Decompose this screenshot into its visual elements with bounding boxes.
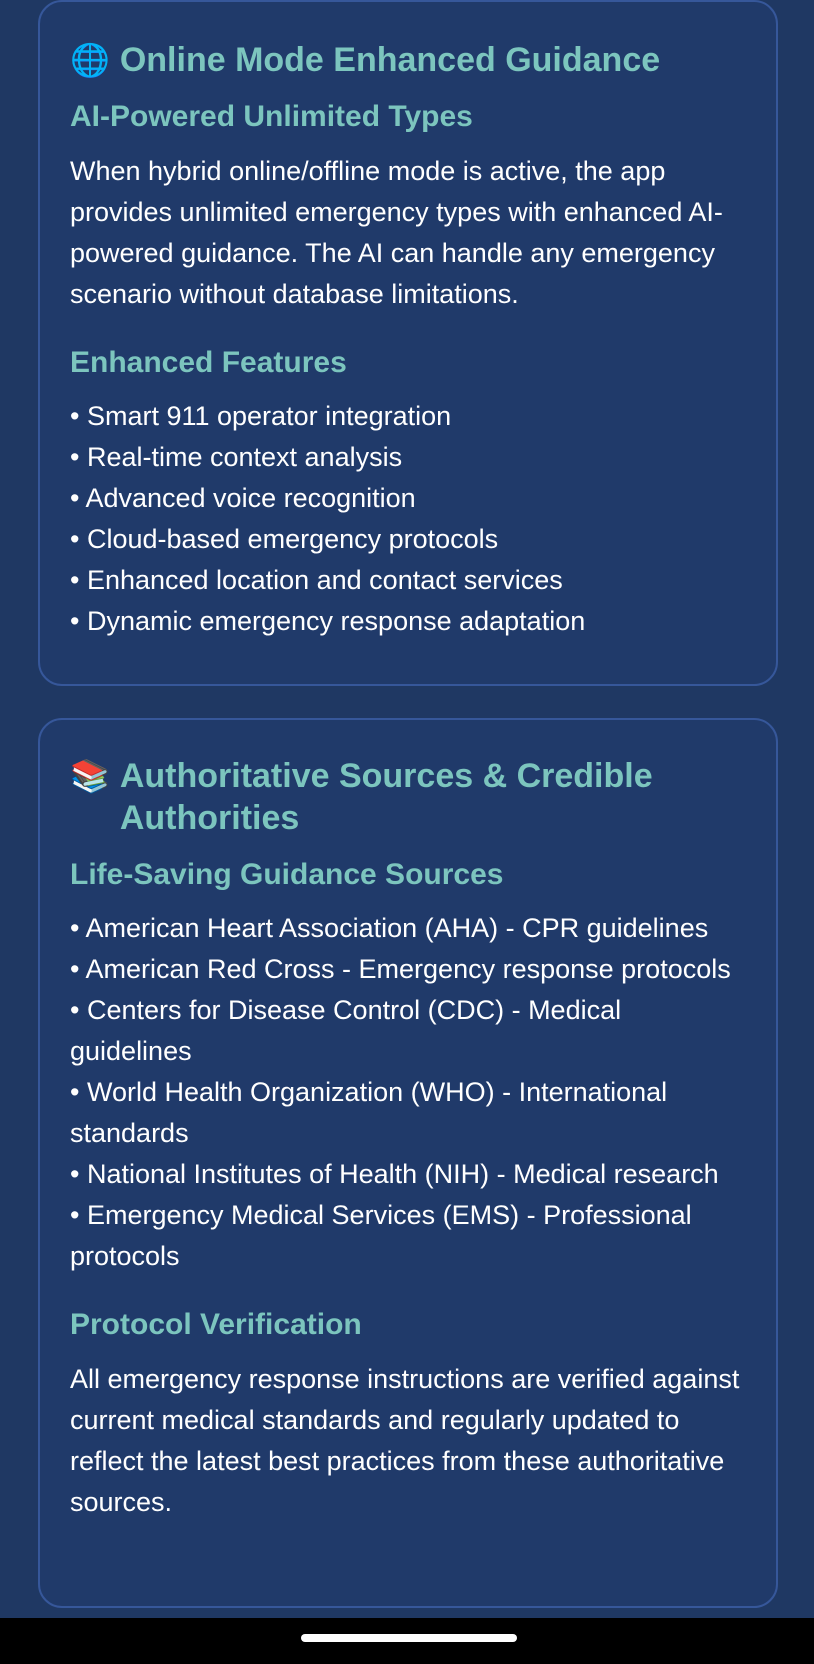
screen: 🌐 Online Mode Enhanced Guidance AI-Power… <box>0 0 814 1664</box>
list-item: • Advanced voice recognition <box>70 483 416 513</box>
list-item: • Real-time context analysis <box>70 442 403 472</box>
ai-powered-section-title: AI-Powered Unlimited Types <box>70 100 473 133</box>
list-item: • Centers for Disease Control (CDC) - Me… <box>70 995 622 1066</box>
authoritative-sources-card: 📚 Authoritative Sources & Credible Autho… <box>38 718 778 1608</box>
list-item: • Emergency Medical Services (EMS) - Pro… <box>70 1200 692 1271</box>
list-item: • Enhanced location and contact services <box>70 565 563 595</box>
enhanced-features-section-title: Enhanced Features <box>70 346 347 379</box>
system-navigation-bar <box>0 1618 814 1664</box>
guidance-sources-list: • American Heart Association (AHA) - CPR… <box>70 908 746 1277</box>
guidance-sources-section-title: Life-Saving Guidance Sources <box>70 858 504 891</box>
list-item: • World Health Organization (WHO) - Inte… <box>70 1077 668 1148</box>
online-mode-card: 🌐 Online Mode Enhanced Guidance AI-Power… <box>38 0 778 686</box>
globe-icon: 🌐 <box>70 41 110 79</box>
ai-powered-description: When hybrid online/offline mode is activ… <box>70 156 723 309</box>
enhanced-features-list: • Smart 911 operator integration • Real-… <box>70 396 746 642</box>
sources-card-title: 📚 Authoritative Sources & Credible Autho… <box>70 755 746 839</box>
list-item: • Smart 911 operator integration <box>70 401 452 431</box>
protocol-verification-description: All emergency response instructions are … <box>70 1364 740 1517</box>
list-item: • Dynamic emergency response adaptation <box>70 606 586 636</box>
list-item: • National Institutes of Health (NIH) - … <box>70 1159 719 1189</box>
online-mode-title-text: Online Mode Enhanced Guidance <box>119 41 661 79</box>
list-item: • Cloud-based emergency protocols <box>70 524 499 554</box>
online-mode-card-title: 🌐 Online Mode Enhanced Guidance <box>70 39 746 81</box>
books-icon: 📚 <box>70 757 110 795</box>
list-item: • American Red Cross - Emergency respons… <box>70 954 731 984</box>
home-indicator[interactable] <box>301 1634 517 1642</box>
list-item: • American Heart Association (AHA) - CPR… <box>70 913 709 943</box>
protocol-verification-section-title: Protocol Verification <box>70 1308 362 1341</box>
sources-title-text: Authoritative Sources & Credible Authori… <box>119 757 653 837</box>
